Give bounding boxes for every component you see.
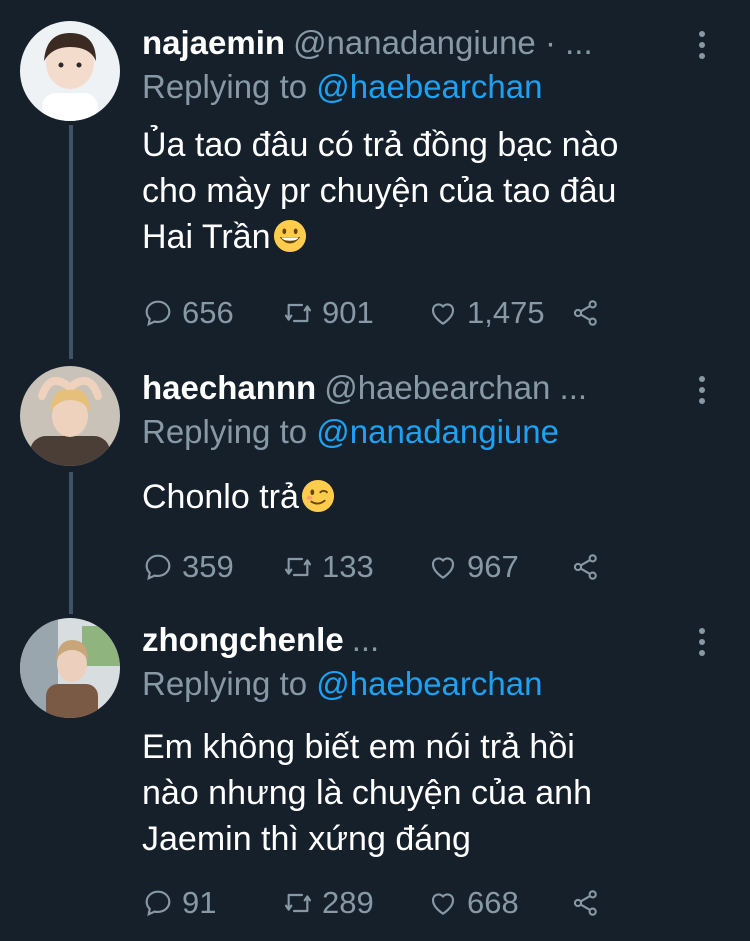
- tweet-text-line: Chonlo trả: [142, 478, 299, 516]
- retweet-button[interactable]: 289: [282, 883, 374, 923]
- replying-to: Replying to @haebearchan: [142, 662, 542, 706]
- like-icon: [431, 557, 455, 579]
- share-button[interactable]: [570, 883, 602, 923]
- reply-icon: [145, 890, 171, 917]
- share-button[interactable]: [570, 293, 602, 333]
- display-name[interactable]: najaemin: [142, 24, 285, 61]
- user-handle[interactable]: @nanadangiune · ...: [293, 24, 593, 61]
- like-count: 1,475: [467, 295, 545, 330]
- reply-count: 359: [182, 549, 234, 584]
- tweet[interactable]: najaemin @nanadangiune · ... Replying to …: [0, 21, 750, 341]
- reply-icon: [145, 300, 171, 327]
- share-icon: [573, 300, 597, 326]
- retweet-count: 901: [322, 295, 374, 330]
- display-name[interactable]: haechannn: [142, 369, 316, 406]
- tweet[interactable]: haechannn @haebearchan ... Replying to @n…: [0, 366, 750, 596]
- winking-face-emoji: [301, 479, 334, 513]
- reply-count: 91: [182, 885, 217, 920]
- retweet-button[interactable]: 133: [282, 547, 374, 587]
- tweet-text: Em không biết em nói trả hồi nào nhưng l…: [142, 724, 722, 862]
- retweet-icon: [284, 893, 312, 913]
- replying-prefix: Replying to: [142, 68, 308, 105]
- share-icon: [573, 890, 597, 916]
- more-options-icon[interactable]: [698, 628, 706, 656]
- user-handle[interactable]: ...: [352, 621, 380, 658]
- reply-button[interactable]: 656: [142, 293, 234, 333]
- replying-to-link[interactable]: @haebearchan: [316, 665, 542, 702]
- more-options-icon[interactable]: [698, 376, 706, 404]
- tweet-text-line: Em không biết em nói trả hồi: [142, 728, 575, 766]
- like-icon: [431, 303, 455, 325]
- replying-prefix: Replying to: [142, 665, 308, 702]
- replying-prefix: Replying to: [142, 413, 308, 450]
- more-options-icon[interactable]: [698, 31, 706, 59]
- replying-to-link[interactable]: @haebearchan: [316, 68, 542, 105]
- grinning-face-emoji: [273, 219, 306, 253]
- tweet-text-line: cho mày pr chuyện của tao đâu: [142, 172, 617, 210]
- retweet-icon: [284, 303, 312, 323]
- tweet-text: Ủa tao đâu có trả đồng bạc nào cho mày p…: [142, 122, 722, 260]
- replying-to: Replying to @nanadangiune: [142, 410, 559, 454]
- replying-to-link[interactable]: @nanadangiune: [316, 413, 559, 450]
- like-count: 967: [467, 549, 519, 584]
- avatar[interactable]: [20, 21, 120, 121]
- retweet-button[interactable]: 901: [282, 293, 374, 333]
- retweet-icon: [284, 557, 312, 577]
- like-button[interactable]: 967: [427, 547, 519, 587]
- avatar[interactable]: [20, 366, 120, 466]
- reply-button[interactable]: 91: [142, 883, 216, 923]
- display-name[interactable]: zhongchenle: [142, 621, 344, 658]
- like-icon: [431, 893, 455, 915]
- share-button[interactable]: [570, 547, 602, 587]
- avatar[interactable]: [20, 618, 120, 718]
- reply-button[interactable]: 359: [142, 547, 234, 587]
- tweet-text-line: nào nhưng là chuyện của anh: [142, 774, 593, 812]
- share-icon: [573, 554, 597, 580]
- tweet[interactable]: zhongchenle... Replying to @haebearchan …: [0, 618, 750, 928]
- like-button[interactable]: 1,475: [427, 293, 545, 333]
- tweet-text: Chonlo trả: [142, 474, 722, 520]
- like-count: 668: [467, 885, 519, 920]
- like-button[interactable]: 668: [427, 883, 519, 923]
- reply-count: 656: [182, 295, 234, 330]
- retweet-count: 133: [322, 549, 374, 584]
- reply-icon: [145, 554, 171, 581]
- tweet-text-line: Hai Trần: [142, 218, 271, 256]
- retweet-count: 289: [322, 885, 374, 920]
- tweet-text-line: Jaemin thì xứng đáng: [142, 820, 471, 858]
- tweet-text-line: Ủa tao đâu có trả đồng bạc nào: [142, 126, 619, 164]
- replying-to: Replying to @haebearchan: [142, 65, 542, 109]
- user-handle[interactable]: @haebearchan ...: [324, 369, 587, 406]
